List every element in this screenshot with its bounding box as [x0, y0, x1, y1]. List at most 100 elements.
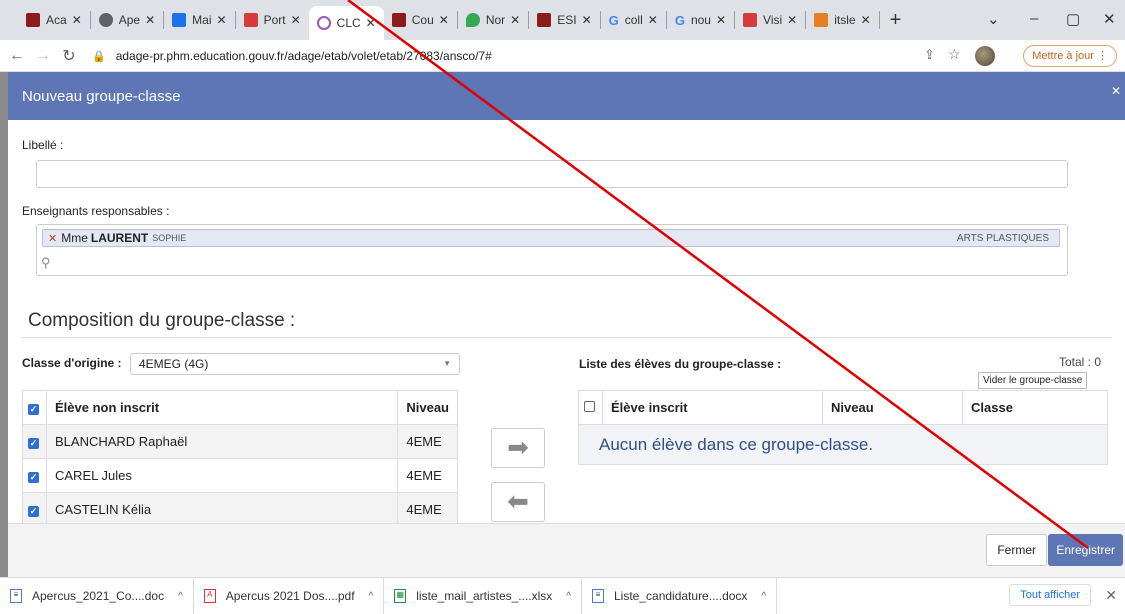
classe-origine-select[interactable]: 4EMEG (4G) ▼: [130, 353, 460, 375]
checkbox-checked-icon[interactable]: ✓: [28, 404, 39, 415]
select-all-cell[interactable]: ✓: [22, 390, 47, 425]
libelle-input[interactable]: [36, 160, 1068, 188]
empty-group-button[interactable]: Vider le groupe-classe: [978, 372, 1088, 389]
tab-label: Aca: [46, 13, 67, 27]
tab-strip: Aca ✕ Ape ✕ Mai ✕ Port ✕ CLC ✕ Cou ✕ Nor ✕ ESI ✕…: [0, 0, 1125, 40]
browser-tab[interactable]: Ape ✕: [91, 6, 163, 34]
close-tab-icon[interactable]: ✕: [716, 13, 726, 27]
close-tab-icon[interactable]: ✕: [366, 16, 376, 30]
browser-tab[interactable]: Gnou ✕: [667, 6, 734, 34]
close-tab-icon[interactable]: ✕: [510, 13, 520, 27]
close-icon[interactable]: ✕: [1111, 84, 1121, 98]
browser-tab[interactable]: Nor ✕: [458, 6, 528, 34]
close-button[interactable]: Fermer: [986, 534, 1047, 566]
download-item[interactable]: A Apercus 2021 Dos....pdf ^: [194, 577, 385, 614]
browser-tab[interactable]: itsle ✕: [806, 6, 878, 34]
table-row[interactable]: ✓ BLANCHARD Raphaël 4EME: [22, 424, 458, 459]
lock-icon[interactable]: 🔒: [92, 50, 106, 63]
tab-favicon-icon: [814, 13, 829, 27]
tab-label: CLC: [336, 16, 361, 30]
profile-avatar[interactable]: [975, 46, 995, 66]
chevron-up-icon[interactable]: ^: [178, 591, 183, 602]
close-tab-icon[interactable]: ✕: [648, 13, 658, 27]
close-tab-icon[interactable]: ✕: [787, 13, 797, 27]
caret-down-icon: ▼: [443, 359, 451, 368]
browser-tab[interactable]: Visi ✕: [735, 6, 805, 34]
teacher-prenom: SOPHIE: [152, 233, 187, 243]
arrow-left-icon: ⬅: [507, 486, 529, 516]
checkbox-icon[interactable]: [584, 401, 595, 412]
close-window-icon[interactable]: ✕: [1103, 10, 1116, 28]
minimize-icon[interactable]: –: [1030, 10, 1038, 27]
reload-icon[interactable]: ↻: [56, 46, 82, 66]
save-button[interactable]: Enregistrer: [1048, 534, 1123, 566]
select-all-cell[interactable]: [578, 390, 603, 425]
remove-icon[interactable]: ✕: [48, 232, 57, 245]
tab-label: coll: [624, 13, 643, 27]
back-arrow-icon[interactable]: ←: [4, 47, 30, 65]
close-tab-icon[interactable]: ✕: [72, 13, 82, 27]
pdf-icon: A: [203, 589, 216, 603]
col-header-niveau[interactable]: Niveau: [397, 390, 458, 425]
checkbox-checked-icon[interactable]: ✓: [28, 506, 39, 517]
new-tab-icon[interactable]: +: [890, 9, 902, 32]
browser-tab[interactable]: Aca ✕: [18, 6, 90, 34]
chevron-up-icon[interactable]: ^: [761, 591, 766, 602]
update-button[interactable]: Mettre à jour ⋮: [1023, 45, 1117, 67]
empty-row: Aucun élève dans ce groupe-classe.: [578, 424, 1108, 465]
browser-tab[interactable]: Cou ✕: [384, 6, 457, 34]
close-tab-icon[interactable]: ✕: [582, 13, 592, 27]
col-header-eleve[interactable]: Élève inscrit: [602, 390, 823, 425]
browser-tab[interactable]: ESI ✕: [529, 6, 599, 34]
close-tab-icon[interactable]: ✕: [217, 13, 227, 27]
browser-tab[interactable]: Gcoll ✕: [601, 6, 666, 34]
table-row[interactable]: ✓ CAREL Jules 4EME: [22, 458, 458, 493]
tab-label: Ape: [118, 13, 141, 27]
search-icon: ⚲: [41, 255, 51, 270]
download-item[interactable]: ▦ liste_mail_artistes_....xlsx ^: [384, 577, 582, 614]
download-item[interactable]: ≡ Liste_candidature....docx ^: [582, 577, 778, 614]
close-icon[interactable]: ✕: [1105, 587, 1117, 604]
close-tab-icon[interactable]: ✕: [145, 13, 155, 27]
new-group-modal: Nouveau groupe-classe ✕ Libellé : Enseig…: [8, 72, 1125, 577]
col-header-classe[interactable]: Classe: [962, 390, 1108, 425]
modal-title: Nouveau groupe-classe: [22, 87, 181, 105]
share-icon[interactable]: ⇪: [924, 47, 935, 63]
col-header-eleve[interactable]: Élève non inscrit: [45, 390, 399, 425]
close-tab-icon[interactable]: ✕: [439, 13, 449, 27]
xlsx-icon: ▦: [394, 589, 407, 603]
restore-icon[interactable]: ▢: [1066, 10, 1080, 28]
star-icon[interactable]: ☆: [948, 46, 961, 63]
download-name: Apercus_2021_Co....doc: [32, 589, 165, 603]
chevron-down-icon[interactable]: ⌄: [987, 10, 1000, 28]
student-name: CASTELIN Kélia: [45, 492, 399, 527]
browser-tab[interactable]: Port ✕: [236, 6, 309, 34]
url-text[interactable]: adage-pr.phm.education.gouv.fr/adage/eta…: [116, 49, 492, 63]
col-header-niveau[interactable]: Niveau: [822, 390, 963, 425]
chevron-up-icon[interactable]: ^: [369, 591, 374, 602]
arrow-right-icon: ➡: [507, 432, 529, 462]
table-row[interactable]: ✓ CASTELIN Kélia 4EME: [22, 492, 458, 527]
tab-favicon-icon: [537, 13, 552, 27]
show-all-downloads-button[interactable]: Tout afficher: [1009, 584, 1091, 606]
tab-label: nou: [690, 13, 711, 27]
tab-favicon-icon: [316, 16, 331, 30]
teachers-field[interactable]: ✕ Mme LAURENT SOPHIE ARTS PLASTIQUES ⚲: [36, 224, 1068, 276]
remove-students-button[interactable]: ⬅: [491, 482, 545, 522]
chevron-up-icon[interactable]: ^: [566, 591, 571, 602]
classe-origine-label: Classe d'origine :: [22, 356, 122, 370]
checkbox-checked-icon[interactable]: ✓: [28, 438, 39, 449]
tab-label: Nor: [485, 13, 506, 27]
student-niveau: 4EME: [397, 458, 458, 493]
empty-message: Aucun élève dans ce groupe-classe.: [578, 424, 1108, 465]
checkbox-checked-icon[interactable]: ✓: [28, 472, 39, 483]
add-students-button[interactable]: ➡: [491, 428, 545, 468]
browser-tab[interactable]: Mai ✕: [164, 6, 234, 34]
tab-favicon-icon: [243, 13, 258, 27]
forward-arrow-icon[interactable]: →: [30, 47, 56, 65]
omnibox[interactable]: 🔒 adage-pr.phm.education.gouv.fr/adage/e…: [92, 44, 972, 68]
download-item[interactable]: ≡ Apercus_2021_Co....doc ^: [0, 577, 194, 614]
close-tab-icon[interactable]: ✕: [291, 13, 301, 27]
browser-tab-active[interactable]: CLC ✕: [308, 6, 384, 40]
close-tab-icon[interactable]: ✕: [861, 13, 871, 27]
